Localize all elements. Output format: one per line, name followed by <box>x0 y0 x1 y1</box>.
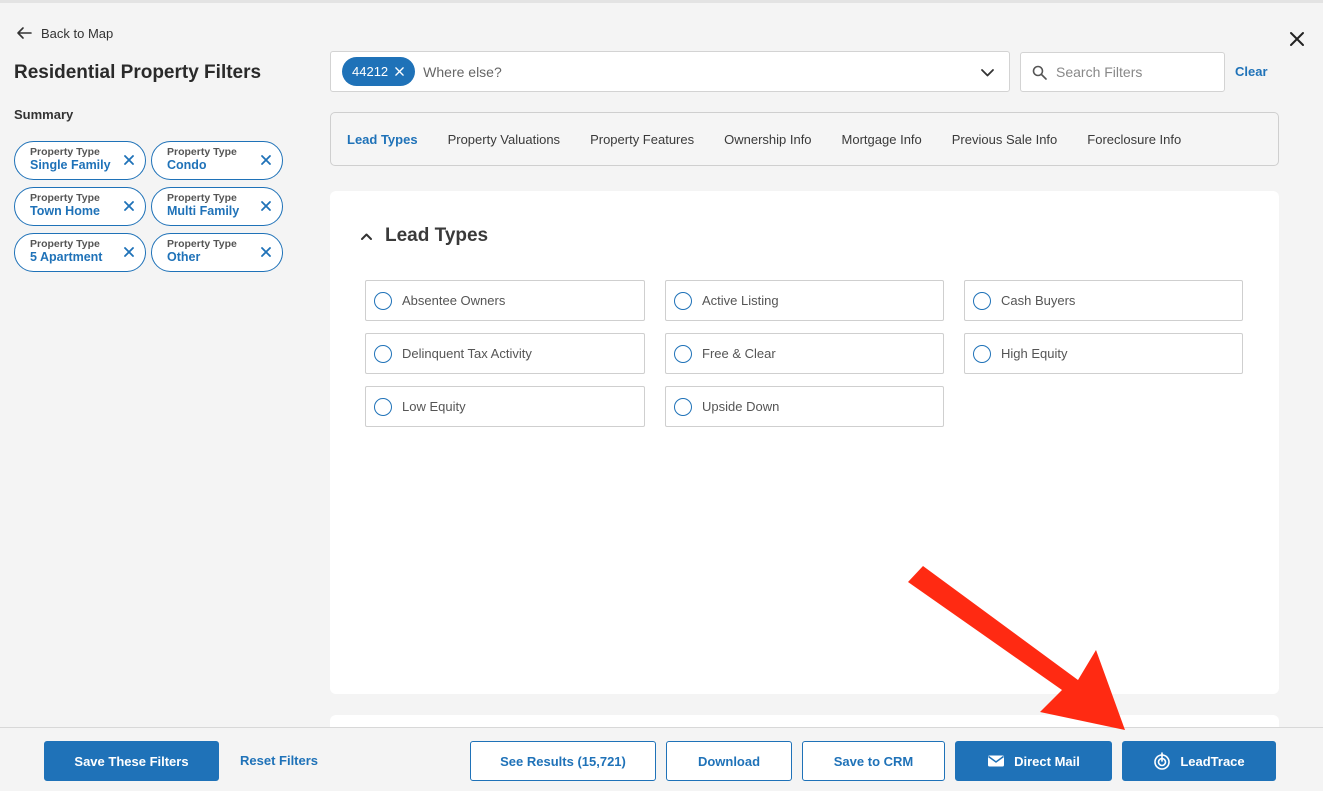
option-absentee-owners[interactable]: Absentee Owners <box>365 280 645 321</box>
page-title: Residential Property Filters <box>14 62 262 83</box>
remove-chip-icon[interactable] <box>123 246 135 258</box>
clear-link[interactable]: Clear <box>1235 64 1268 79</box>
direct-mail-label: Direct Mail <box>1014 753 1080 769</box>
radio-icon <box>973 344 991 363</box>
chip-value: Multi Family <box>167 204 240 218</box>
save-filters-button[interactable]: Save These Filters <box>44 741 219 781</box>
remove-chip-icon[interactable] <box>260 246 272 258</box>
chip-value: Condo <box>167 158 207 172</box>
radio-icon <box>374 344 392 363</box>
search-filters-input[interactable] <box>1056 64 1216 80</box>
back-to-map-link[interactable]: Back to Map <box>15 24 113 42</box>
summary-chip[interactable]: Property Type Multi Family <box>151 187 283 226</box>
search-filters[interactable] <box>1020 52 1225 92</box>
tab-ownership-info[interactable]: Ownership Info <box>724 132 811 147</box>
chip-value: Single Family <box>30 158 111 172</box>
location-search[interactable]: 44212 <box>330 51 1010 92</box>
location-chip-label: 44212 <box>352 64 389 79</box>
radio-icon <box>674 291 692 310</box>
option-delinquent-tax-activity[interactable]: Delinquent Tax Activity <box>365 333 645 374</box>
chip-value: Town Home <box>30 204 100 218</box>
reset-filters-link[interactable]: Reset Filters <box>240 753 318 768</box>
option-label: Absentee Owners <box>402 293 506 308</box>
option-low-equity[interactable]: Low Equity <box>365 386 645 427</box>
option-label: Upside Down <box>702 399 780 414</box>
option-label: Active Listing <box>702 293 779 308</box>
remove-chip-icon[interactable] <box>260 200 272 212</box>
chip-label: Property Type <box>167 192 237 204</box>
chip-label: Property Type <box>30 192 100 204</box>
summary-chip[interactable]: Property Type Other <box>151 233 283 272</box>
save-to-crm-button[interactable]: Save to CRM <box>802 741 945 781</box>
search-icon <box>1032 65 1047 80</box>
option-label: Delinquent Tax Activity <box>402 346 532 361</box>
option-label: Low Equity <box>402 399 466 414</box>
summary-heading: Summary <box>14 107 74 122</box>
chip-value: Other <box>167 250 201 264</box>
remove-chip-icon[interactable] <box>123 154 135 166</box>
location-chip[interactable]: 44212 <box>342 57 416 86</box>
option-label: Free & Clear <box>702 346 776 361</box>
close-icon[interactable] <box>1289 31 1305 47</box>
see-results-button[interactable]: See Results (15,721) <box>470 741 656 781</box>
summary-chip[interactable]: Property Type Single Family <box>14 141 146 180</box>
tab-mortgage-info[interactable]: Mortgage Info <box>842 132 922 147</box>
option-label: Cash Buyers <box>1001 293 1076 308</box>
chip-label: Property Type <box>167 146 237 158</box>
top-border <box>0 0 1323 3</box>
radio-icon <box>674 344 692 363</box>
summary-chip[interactable]: Property Type Condo <box>151 141 283 180</box>
summary-chips: Property Type Single Family Property Typ… <box>14 141 286 272</box>
tab-foreclosure-info[interactable]: Foreclosure Info <box>1087 132 1181 147</box>
summary-chip[interactable]: Property Type Town Home <box>14 187 146 226</box>
chevron-up-icon <box>361 233 372 240</box>
filter-tabs: Lead Types Property Valuations Property … <box>330 112 1279 166</box>
option-high-equity[interactable]: High Equity <box>964 333 1243 374</box>
target-icon <box>1154 752 1171 770</box>
remove-chip-icon[interactable] <box>123 200 135 212</box>
direct-mail-button[interactable]: Direct Mail <box>955 741 1112 781</box>
lead-types-card: Lead Types Absentee Owners Active Listin… <box>330 191 1279 694</box>
option-label: High Equity <box>1001 346 1068 361</box>
chip-value: 5 Apartment <box>30 250 103 264</box>
envelope-icon <box>988 755 1005 767</box>
back-to-map-label: Back to Map <box>41 25 114 41</box>
leadtrace-button[interactable]: LeadTrace <box>1122 741 1276 781</box>
radio-icon <box>973 291 991 310</box>
radio-icon <box>674 397 692 416</box>
chip-label: Property Type <box>167 238 237 250</box>
radio-icon <box>374 397 392 416</box>
footer-bar: Save These Filters Reset Filters See Res… <box>0 727 1323 791</box>
chip-label: Property Type <box>30 146 100 158</box>
lead-types-toggle[interactable]: Lead Types <box>360 225 488 247</box>
chevron-down-icon[interactable] <box>980 65 995 80</box>
summary-chip[interactable]: Property Type 5 Apartment <box>14 233 146 272</box>
tab-previous-sale-info[interactable]: Previous Sale Info <box>952 132 1058 147</box>
tab-lead-types[interactable]: Lead Types <box>347 132 418 147</box>
tab-property-valuations[interactable]: Property Valuations <box>448 132 561 147</box>
radio-icon <box>374 291 392 310</box>
option-free-and-clear[interactable]: Free & Clear <box>665 333 944 374</box>
chip-label: Property Type <box>30 238 100 250</box>
leadtrace-label: LeadTrace <box>1180 753 1245 769</box>
arrow-left-icon <box>17 27 32 39</box>
option-cash-buyers[interactable]: Cash Buyers <box>964 280 1243 321</box>
tab-property-features[interactable]: Property Features <box>590 132 694 147</box>
section-title: Lead Types <box>385 225 489 246</box>
location-input[interactable] <box>423 63 964 80</box>
remove-chip-icon[interactable] <box>260 154 272 166</box>
download-button[interactable]: Download <box>666 741 792 781</box>
option-upside-down[interactable]: Upside Down <box>665 386 944 427</box>
lead-type-options: Absentee Owners Active Listing Cash Buye… <box>365 280 1243 427</box>
option-active-listing[interactable]: Active Listing <box>665 280 944 321</box>
remove-location-icon[interactable] <box>395 67 404 76</box>
